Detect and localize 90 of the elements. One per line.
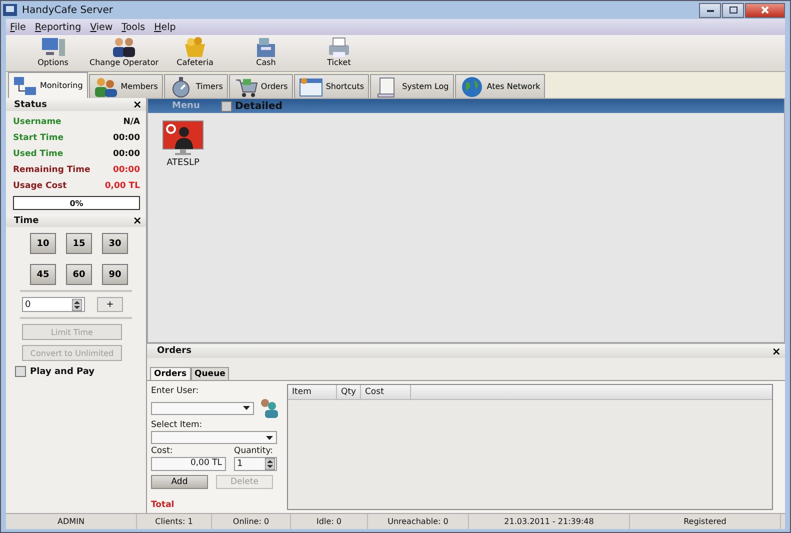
field-label: Enter User: xyxy=(151,386,200,396)
progress-reading: 0% xyxy=(70,198,84,208)
panel-title: Status xyxy=(14,100,47,110)
column-header[interactable]: Qty xyxy=(337,385,361,399)
toolbar-button[interactable]: Cash xyxy=(228,35,304,71)
close-button[interactable] xyxy=(745,2,785,18)
toolbar-button[interactable]: Change Operator xyxy=(86,35,162,71)
panel-title: Orders xyxy=(157,346,192,356)
tab[interactable]: System Log xyxy=(370,74,454,98)
toolbar-button[interactable]: Options xyxy=(22,35,84,71)
people-icon xyxy=(94,76,118,98)
close-panel-button[interactable]: × xyxy=(132,99,142,110)
status-value: 0,00 TL xyxy=(104,180,140,190)
app-icon xyxy=(3,4,17,16)
minimize-button[interactable] xyxy=(699,2,721,18)
close-icon xyxy=(760,6,770,14)
minutes-button[interactable]: 90 xyxy=(102,264,128,285)
tab[interactable]: Members xyxy=(88,74,163,98)
tab[interactable]: Monitoring xyxy=(8,72,88,98)
tab[interactable]: Ates Network xyxy=(454,74,546,98)
status-value: 00:00 xyxy=(112,164,140,174)
menu-item[interactable]: Reporting xyxy=(34,22,82,32)
menu-item[interactable]: File xyxy=(10,22,26,32)
tab[interactable]: Shortcuts xyxy=(294,74,370,98)
status-value: 00:00 xyxy=(112,132,140,142)
globe-icon xyxy=(460,76,484,98)
status-bar-field: Idle: 0 xyxy=(291,514,368,529)
minutes-button[interactable]: 15 xyxy=(66,233,92,254)
status-bar-field: Unreachable: 0 xyxy=(368,514,469,529)
client-name: ATESLP xyxy=(166,158,200,168)
status-value: N/A xyxy=(123,116,140,126)
order-action-button[interactable]: Add xyxy=(151,475,208,489)
column-header[interactable]: Item xyxy=(288,385,337,399)
network-icon xyxy=(13,74,37,96)
item-dropdown[interactable] xyxy=(151,431,277,444)
minutes-button[interactable]: 45 xyxy=(30,264,56,285)
menu-item[interactable]: Tools xyxy=(122,22,146,32)
spin-arrows-icon xyxy=(265,458,275,470)
people-icon xyxy=(111,36,137,58)
tab[interactable]: Orders xyxy=(228,74,293,98)
toolbar-button[interactable]: Cafeteria xyxy=(164,35,226,71)
field-label: Select Item: xyxy=(151,420,204,430)
menu-item[interactable]: View xyxy=(90,22,113,32)
window-icon xyxy=(298,76,323,98)
minutes-button[interactable]: 10 xyxy=(30,233,56,254)
close-panel-button[interactable]: × xyxy=(772,346,781,356)
minimize-icon xyxy=(706,7,714,13)
tab[interactable]: Queue xyxy=(190,367,230,380)
dropdown-caret-icon xyxy=(243,406,250,410)
maximize-icon xyxy=(728,6,738,14)
spin-arrows-icon xyxy=(72,298,82,310)
status-label: Start Time xyxy=(13,132,64,142)
user-dropdown[interactable] xyxy=(151,402,254,414)
status-bar-field: Registered xyxy=(630,514,781,529)
total-label: Total xyxy=(151,500,176,510)
tab[interactable]: Timers xyxy=(164,74,228,98)
menu-item[interactable]: Help xyxy=(154,22,176,32)
status-label: Username xyxy=(13,116,62,126)
minutes-spinbox[interactable]: 0 xyxy=(22,297,85,312)
panel-title: Time xyxy=(14,216,39,226)
status-label: Used Time xyxy=(13,148,64,158)
status-label: Remaining Time xyxy=(13,164,90,174)
printer-icon xyxy=(326,36,352,58)
status-bar-field: Online: 0 xyxy=(212,514,291,529)
column-header[interactable]: Cost xyxy=(361,385,411,399)
maximize-button[interactable] xyxy=(722,2,744,18)
close-panel-button[interactable]: × xyxy=(132,215,142,226)
computer-icon xyxy=(40,36,66,58)
checkbox-label: Play and Pay xyxy=(30,366,95,376)
client-computer-icon[interactable] xyxy=(162,120,204,156)
dropdown-caret-icon xyxy=(266,436,273,440)
checkbox-label: Detailed xyxy=(235,100,282,112)
status-value: 00:00 xyxy=(112,148,140,158)
checkbox[interactable] xyxy=(15,366,26,377)
status-bar-field: 21.03.2011 - 21:39:48 xyxy=(469,514,630,529)
status-label: Usage Cost xyxy=(13,180,67,190)
minutes-button[interactable]: 30 xyxy=(102,233,128,254)
field-label: Quantity: xyxy=(234,446,274,456)
minutes-button[interactable]: 60 xyxy=(66,264,92,285)
checkbox[interactable] xyxy=(221,100,232,112)
add-time-button[interactable]: + xyxy=(97,297,123,312)
quantity-spinbox[interactable]: 1 xyxy=(234,457,277,471)
status-bar-field: Clients: 1 xyxy=(137,514,212,529)
tab[interactable]: Orders xyxy=(150,367,191,380)
status-bar-field: ADMIN xyxy=(6,514,137,529)
window-title: HandyCafe Server xyxy=(22,4,114,16)
basket-icon xyxy=(182,36,208,58)
cost-field[interactable]: 0,00 TL xyxy=(151,457,226,471)
field-label: Cost: xyxy=(151,446,174,456)
toolbar-button[interactable]: Ticket xyxy=(306,35,372,71)
